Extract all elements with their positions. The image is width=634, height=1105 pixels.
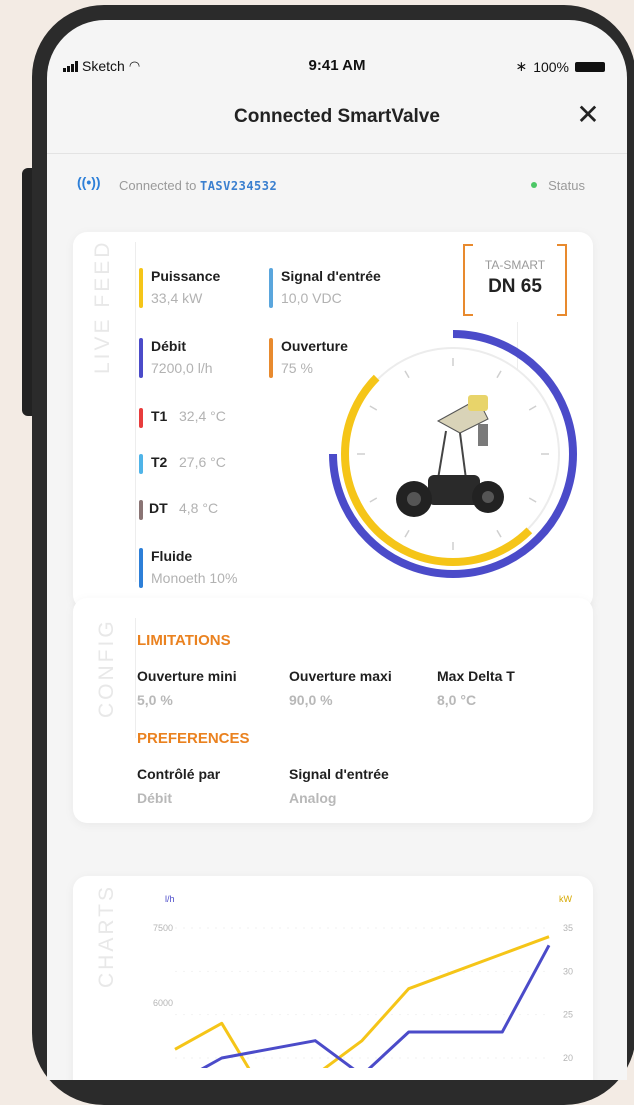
pref-controle-value: Débit bbox=[137, 790, 172, 806]
series-line-blue bbox=[200, 944, 551, 1068]
live-feed-divider bbox=[135, 242, 136, 582]
right-axis-unit: kW bbox=[559, 894, 573, 904]
connection-row: ((•)) Connected to TASV234532 Status bbox=[77, 174, 597, 199]
header: Connected SmartValve ✕ bbox=[47, 90, 627, 140]
charts-label: CHARTS bbox=[95, 884, 118, 988]
battery-percent: 100% bbox=[533, 58, 569, 75]
pref-signal-label: Signal d'entrée bbox=[289, 766, 389, 782]
line-chart: l/h kW 7500 6000 35 30 25 20 bbox=[153, 894, 573, 1068]
badge-model: TA-SMART bbox=[484, 258, 546, 272]
limit-ouverture-maxi-label: Ouverture maxi bbox=[289, 668, 392, 684]
metric-color-bar bbox=[139, 408, 143, 428]
battery-icon bbox=[575, 61, 605, 72]
limitations-title: LIMITATIONS bbox=[137, 632, 231, 649]
metric-color-bar bbox=[139, 454, 143, 474]
device-id: TASV234532 bbox=[199, 179, 278, 193]
right-tick-label: 35 bbox=[563, 923, 573, 933]
limit-ouverture-mini-label: Ouverture mini bbox=[137, 668, 237, 684]
right-tick-label: 25 bbox=[563, 1010, 573, 1020]
charts-card: CHARTS l/h kW 7500 6000 35 30 25 20 bbox=[73, 876, 593, 1080]
valve-gauge bbox=[329, 330, 577, 578]
right-tick-label: 30 bbox=[563, 966, 573, 976]
status-bar: Sketch ◠ 9:41 AM ∗ 100% bbox=[47, 20, 627, 78]
left-tick-label: 6000 bbox=[153, 998, 173, 1008]
limit-ouverture-maxi-value: 90,0 % bbox=[289, 692, 333, 708]
pref-signal-value: Analog bbox=[289, 790, 337, 806]
right-tick-label: 20 bbox=[563, 1053, 573, 1063]
connection-prefix: Connected to bbox=[119, 178, 197, 193]
broadcast-icon: ((•)) bbox=[77, 174, 101, 190]
config-card: CONFIG LIMITATIONS Ouverture mini 5,0 % … bbox=[73, 598, 593, 823]
metric-color-bar bbox=[139, 500, 143, 520]
config-divider bbox=[135, 618, 136, 738]
series-line-yellow bbox=[174, 935, 550, 1068]
metric-color-bar bbox=[139, 338, 143, 378]
limit-max-delta-value: 8,0 °C bbox=[437, 692, 477, 708]
badge-size: DN 65 bbox=[488, 276, 542, 297]
pref-controle-label: Contrôlé par bbox=[137, 766, 221, 782]
left-axis-unit: l/h bbox=[165, 894, 175, 904]
metric-color-bar bbox=[269, 338, 273, 378]
live-feed-label: LIVE FEED bbox=[91, 239, 114, 374]
status-dot bbox=[531, 182, 537, 188]
config-label: CONFIG bbox=[95, 618, 118, 718]
preferences-title: PREFERENCES bbox=[137, 730, 250, 747]
close-icon: ✕ bbox=[576, 99, 600, 130]
bluetooth-icon: ∗ bbox=[515, 58, 528, 74]
ta-smart-badge: TA-SMART DN 65 bbox=[463, 244, 567, 316]
metric-color-bar bbox=[269, 268, 273, 308]
app-screen: Sketch ◠ 9:41 AM ∗ 100% Connected SmartV… bbox=[47, 20, 627, 1080]
metric-color-bar bbox=[139, 268, 143, 308]
metric-color-bar bbox=[139, 548, 143, 588]
limit-max-delta-label: Max Delta T bbox=[437, 668, 515, 684]
status-link[interactable]: Status bbox=[548, 178, 585, 193]
close-button[interactable]: ✕ bbox=[573, 100, 603, 130]
left-tick-label: 7500 bbox=[153, 923, 173, 933]
limit-ouverture-mini-value: 5,0 % bbox=[137, 692, 173, 708]
page-title: Connected SmartValve bbox=[234, 106, 440, 127]
header-divider bbox=[47, 153, 627, 154]
